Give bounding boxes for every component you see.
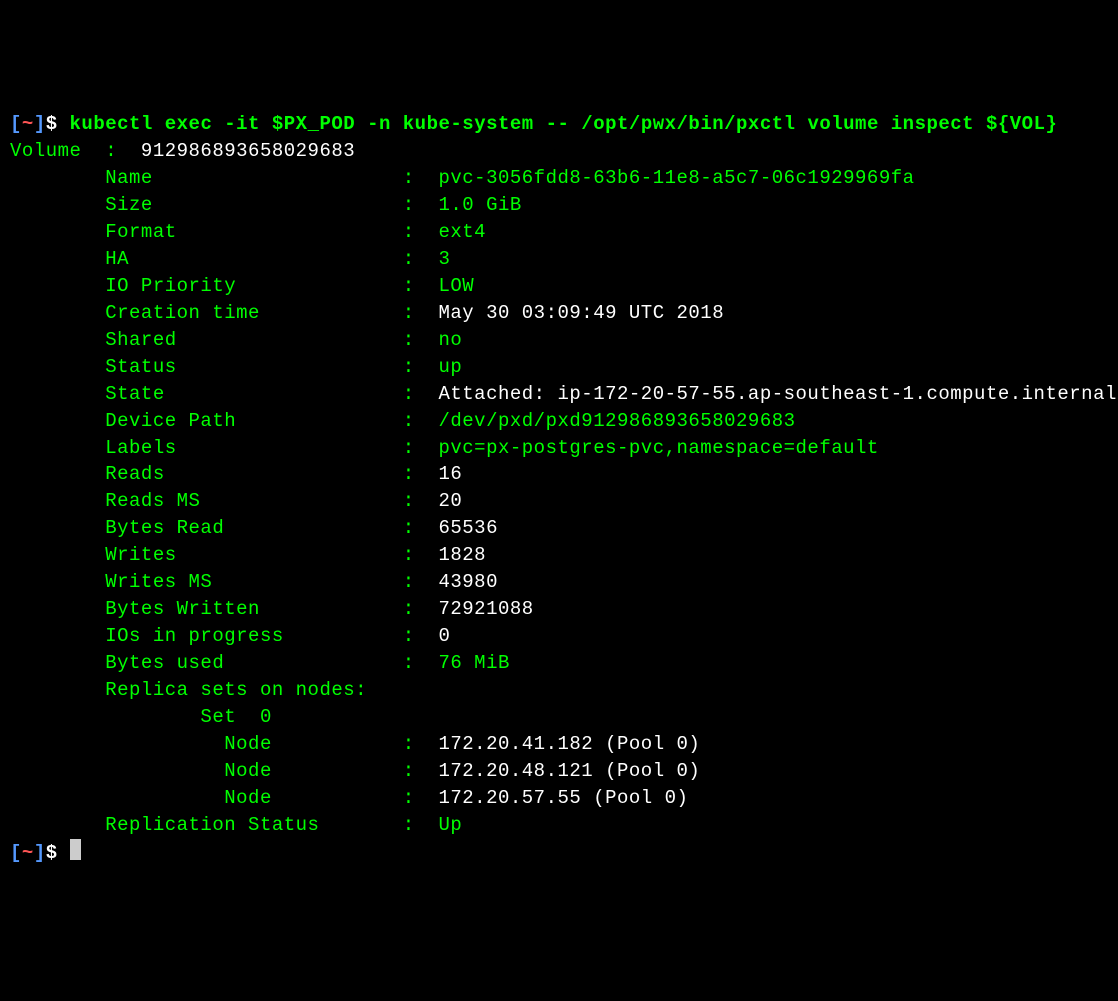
field-label: Bytes Read :: [10, 517, 438, 539]
prompt-dollar: $: [46, 113, 70, 135]
field-label: Reads MS :: [10, 490, 438, 512]
field-value: 76 MiB: [438, 652, 509, 674]
field-value: up: [438, 356, 462, 378]
replica-node-2: Node : 172.20.57.55 (Pool 0): [10, 785, 1108, 812]
field-label: State :: [10, 383, 438, 405]
prompt-line-2[interactable]: [~]$: [10, 839, 1108, 867]
prompt-bracket-close: ]: [34, 113, 46, 135]
field-row-15: Writes MS : 43980: [10, 569, 1108, 596]
field-label: Writes :: [10, 544, 438, 566]
field-row-0: Name : pvc-3056fdd8-63b6-11e8-a5c7-06c19…: [10, 165, 1108, 192]
field-value: May 30 03:09:49 UTC 2018: [438, 302, 724, 324]
volume-id: 912986893658029683: [141, 140, 355, 162]
field-value: no: [438, 329, 462, 351]
field-row-5: Creation time : May 30 03:09:49 UTC 2018: [10, 300, 1108, 327]
field-label: Reads :: [10, 463, 438, 485]
field-row-7: Status : up: [10, 354, 1108, 381]
node-value: 172.20.57.55 (Pool 0): [438, 787, 688, 809]
field-label: IO Priority :: [10, 275, 438, 297]
replica-node-0: Node : 172.20.41.182 (Pool 0): [10, 731, 1108, 758]
field-value: pvc-3056fdd8-63b6-11e8-a5c7-06c1929969fa: [438, 167, 914, 189]
command-text: kubectl exec -it $PX_POD -n kube-system …: [70, 113, 1058, 135]
terminal-output[interactable]: [~]$ kubectl exec -it $PX_POD -n kube-sy…: [10, 111, 1108, 867]
field-row-13: Bytes Read : 65536: [10, 515, 1108, 542]
node-label: Node :: [10, 733, 438, 755]
field-label: Device Path :: [10, 410, 438, 432]
field-value: 3: [438, 248, 450, 270]
field-row-2: Format : ext4: [10, 219, 1108, 246]
replica-node-1: Node : 172.20.48.121 (Pool 0): [10, 758, 1108, 785]
prompt-line-1: [~]$ kubectl exec -it $PX_POD -n kube-sy…: [10, 111, 1108, 138]
field-label: Status :: [10, 356, 438, 378]
field-row-10: Labels : pvc=px-postgres-pvc,namespace=d…: [10, 435, 1108, 462]
field-value: 1828: [438, 544, 486, 566]
prompt-tilde-2: ~: [22, 842, 34, 864]
node-value: 172.20.41.182 (Pool 0): [438, 733, 700, 755]
replica-header-text: Replica sets on nodes:: [10, 679, 367, 701]
field-label: Format :: [10, 221, 438, 243]
rep-status-value: Up: [438, 814, 462, 836]
node-label: Node :: [10, 760, 438, 782]
field-row-4: IO Priority : LOW: [10, 273, 1108, 300]
volume-label: Volume :: [10, 140, 141, 162]
field-value: 0: [438, 625, 450, 647]
field-value: Attached: ip-172-20-57-55.ap-southeast-1…: [438, 383, 1116, 405]
field-row-3: HA : 3: [10, 246, 1108, 273]
field-value: 72921088: [438, 598, 533, 620]
field-label: Name :: [10, 167, 438, 189]
replication-status: Replication Status : Up: [10, 812, 1108, 839]
field-row-18: Bytes used : 76 MiB: [10, 650, 1108, 677]
field-label: Bytes used :: [10, 652, 438, 674]
cursor-icon[interactable]: [70, 839, 81, 860]
field-row-1: Size : 1.0 GiB: [10, 192, 1108, 219]
replica-header: Replica sets on nodes:: [10, 677, 1108, 704]
field-value: LOW: [438, 275, 474, 297]
field-row-6: Shared : no: [10, 327, 1108, 354]
replica-set-text: Set 0: [10, 706, 272, 728]
field-label: Size :: [10, 194, 438, 216]
field-value: 65536: [438, 517, 498, 539]
rep-status-label: Replication Status :: [10, 814, 438, 836]
prompt-dollar-2: $: [46, 842, 70, 864]
node-value: 172.20.48.121 (Pool 0): [438, 760, 700, 782]
field-row-11: Reads : 16: [10, 461, 1108, 488]
field-value: /dev/pxd/pxd912986893658029683: [438, 410, 795, 432]
field-row-8: State : Attached: ip-172-20-57-55.ap-sou…: [10, 381, 1108, 408]
field-label: Labels :: [10, 437, 438, 459]
prompt-tilde: ~: [22, 113, 34, 135]
field-row-9: Device Path : /dev/pxd/pxd91298689365802…: [10, 408, 1108, 435]
field-label: Creation time :: [10, 302, 438, 324]
field-value: 16: [438, 463, 462, 485]
field-row-17: IOs in progress : 0: [10, 623, 1108, 650]
prompt-bracket-close-2: ]: [34, 842, 46, 864]
field-value: ext4: [438, 221, 486, 243]
field-label: Writes MS :: [10, 571, 438, 593]
field-row-16: Bytes Written : 72921088: [10, 596, 1108, 623]
field-row-12: Reads MS : 20: [10, 488, 1108, 515]
field-label: Bytes Written :: [10, 598, 438, 620]
field-value: 20: [438, 490, 462, 512]
field-value: pvc=px-postgres-pvc,namespace=default: [438, 437, 878, 459]
field-label: HA :: [10, 248, 438, 270]
prompt-bracket-open: [: [10, 113, 22, 135]
field-label: Shared :: [10, 329, 438, 351]
field-row-14: Writes : 1828: [10, 542, 1108, 569]
volume-line: Volume : 912986893658029683: [10, 138, 1108, 165]
replica-set: Set 0: [10, 704, 1108, 731]
field-label: IOs in progress :: [10, 625, 438, 647]
node-label: Node :: [10, 787, 438, 809]
field-value: 43980: [438, 571, 498, 593]
field-value: 1.0 GiB: [438, 194, 521, 216]
prompt-bracket-open-2: [: [10, 842, 22, 864]
